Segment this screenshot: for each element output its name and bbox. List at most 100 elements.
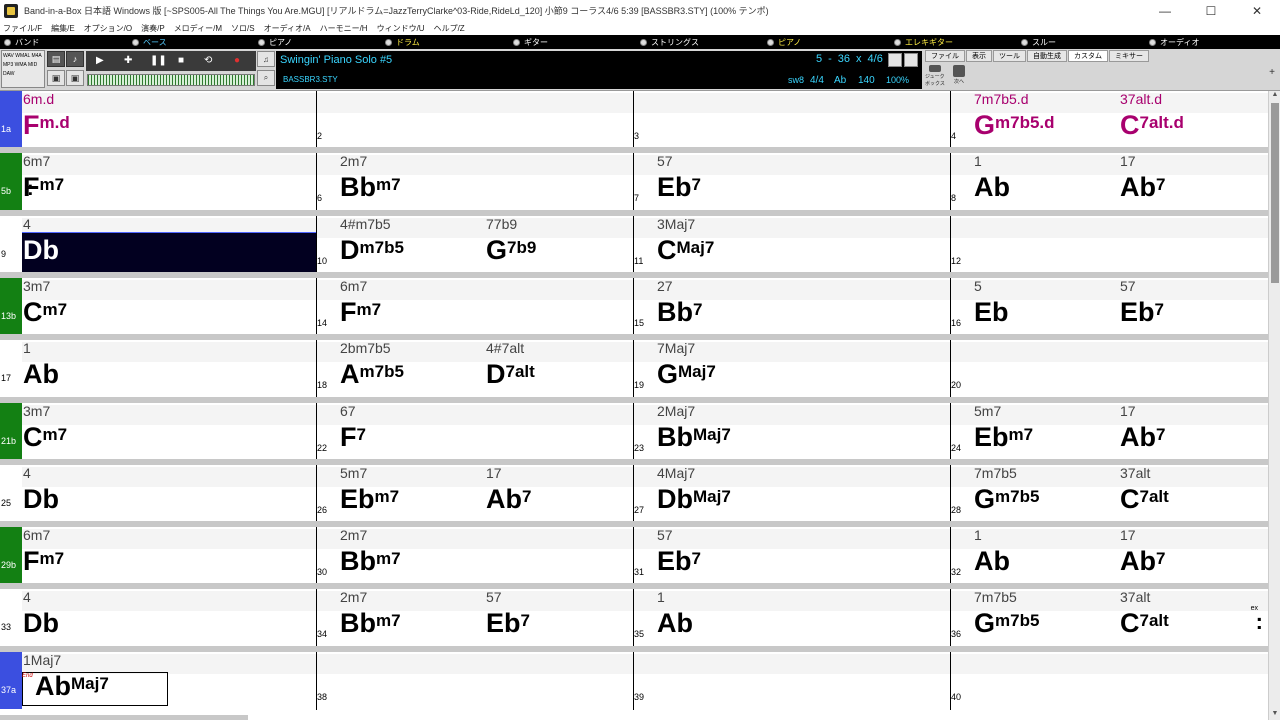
key-readout[interactable]: Ab — [834, 75, 846, 86]
record-icon[interactable]: ● — [234, 55, 240, 66]
chord-symbol[interactable]: 57 Eb7 — [486, 589, 530, 637]
menu-item[interactable]: 演奏/P — [141, 23, 165, 34]
chord-symbol[interactable]: 5m7 Ebm7 — [974, 403, 1033, 451]
menu-item[interactable]: メロディー/M — [174, 23, 222, 34]
chord-symbol[interactable]: 6m7 Fm7 — [340, 278, 381, 326]
part-marker[interactable]: 13b — [0, 278, 22, 335]
chord-symbol[interactable]: 1 Ab — [974, 153, 1010, 201]
chord-symbol[interactable]: 17 Ab7 — [486, 465, 531, 513]
chord-symbol[interactable]: 7Maj7 GMaj7 — [657, 340, 716, 388]
stop-icon[interactable]: ■ — [178, 55, 184, 66]
chord-symbol[interactable]: 17 Ab7 — [1120, 403, 1165, 451]
chord-symbol[interactable]: 4 Db — [23, 589, 59, 637]
scroll-up-icon[interactable]: ▲ — [1269, 91, 1280, 101]
part-marker[interactable]: 37a — [0, 652, 22, 709]
chord-symbol[interactable]: 4 Db — [23, 465, 59, 513]
tab-4[interactable]: 自動生成 — [1027, 50, 1067, 62]
menu-item[interactable]: ファイル/F — [3, 23, 42, 34]
track-radio-icon[interactable] — [385, 38, 392, 46]
tempo-readout[interactable]: 140 — [858, 75, 875, 86]
menu-item[interactable]: オプション/O — [84, 23, 132, 34]
menu-item[interactable]: ソロ/S — [231, 23, 255, 34]
time-signature[interactable]: 4/4 — [810, 75, 824, 86]
settings-gear-icon[interactable] — [904, 53, 918, 67]
loop-icon[interactable]: ⟲ — [204, 55, 212, 66]
scroll-thumb[interactable] — [1271, 103, 1279, 283]
menu-item[interactable]: ヘルプ/Z — [434, 23, 465, 34]
close-button[interactable]: ✕ — [1234, 0, 1280, 21]
chord-symbol[interactable]: 6m7 Fm7 — [23, 527, 64, 575]
track-6[interactable]: ストリングス — [640, 35, 699, 49]
track-1[interactable]: バンド — [4, 35, 39, 49]
style-title[interactable]: Swingin' Piano Solo #5 — [280, 54, 392, 66]
menu-item[interactable]: ウィンドウ/U — [377, 23, 425, 34]
chord-symbol[interactable]: 37alt C7alt — [1120, 465, 1169, 513]
tab-5[interactable]: カスタム — [1068, 50, 1108, 62]
chord-symbol[interactable]: 6m.d Fm.d — [23, 91, 70, 139]
jukebox-icon[interactable]: ジュークボックス — [925, 65, 945, 87]
chord-symbol[interactable]: 1Maj7 AbMaj7 — [23, 652, 109, 700]
chord-symbol[interactable]: 37alt C7alt — [1120, 589, 1169, 637]
track-radio-icon[interactable] — [132, 38, 139, 46]
menu-item[interactable]: オーディオ/A — [264, 23, 311, 34]
chord-symbol[interactable]: 27 Bb7 — [657, 278, 702, 326]
chord-symbol[interactable]: 4Maj7 DbMaj7 — [657, 465, 731, 513]
render-format-panel[interactable]: WAV WMAL M4A MP3 WMA MID DAW — [1, 50, 45, 88]
chord-symbol[interactable]: 2Maj7 BbMaj7 — [657, 403, 731, 451]
chord-symbol[interactable]: 5m7 Ebm7 — [340, 465, 399, 513]
chord-symbol[interactable]: 17 Ab7 — [1120, 153, 1165, 201]
chord-symbol[interactable]: 4#m7b5 Dm7b5 — [340, 216, 404, 264]
part-marker[interactable]: 25 — [0, 465, 22, 522]
save-as-icon[interactable]: ▣ — [66, 70, 84, 86]
chord-symbol[interactable]: 77b9 G7b9 — [486, 216, 536, 264]
format-wma[interactable]: WMA — [15, 62, 28, 68]
chord-symbol[interactable]: 37alt.d C7alt.d — [1120, 91, 1184, 139]
chord-symbol[interactable]: 1 Ab — [23, 340, 59, 388]
chord-symbol[interactable]: 2bm7b5 Am7b5 — [340, 340, 404, 388]
maximize-button[interactable]: ☐ — [1188, 0, 1234, 21]
track-radio-icon[interactable] — [4, 38, 11, 46]
track-8[interactable]: エレキギター — [894, 35, 953, 49]
play-icon[interactable]: ▶ — [96, 55, 104, 66]
part-marker[interactable]: 5b — [0, 153, 22, 210]
add-icon[interactable]: + — [1269, 67, 1275, 78]
minimize-button[interactable]: — — [1142, 0, 1188, 21]
position-readout[interactable]: 5-36 x 4/6 — [816, 53, 883, 65]
chord-symbol[interactable]: 57 Eb7 — [1120, 278, 1164, 326]
chord-symbol[interactable]: 1 Ab — [974, 527, 1010, 575]
track-radio-icon[interactable] — [513, 38, 520, 46]
open-song-icon[interactable]: ▤ — [47, 51, 65, 67]
part-marker[interactable]: 29b — [0, 527, 22, 584]
part-marker[interactable]: 33 — [0, 589, 22, 646]
feel-readout[interactable]: sw8 — [788, 75, 804, 85]
chord-symbol[interactable]: 4 Db — [23, 216, 59, 264]
chord-symbol[interactable]: 5 Eb — [974, 278, 1009, 326]
format-daw[interactable]: DAW — [3, 71, 14, 77]
chord-symbol[interactable]: 6m7 Fm7 — [23, 153, 64, 201]
track-10[interactable]: オーディオ — [1149, 35, 1199, 49]
tab-1[interactable]: ファイル — [925, 50, 965, 62]
format-m4a[interactable]: M4A — [31, 53, 41, 59]
track-radio-icon[interactable] — [1149, 38, 1156, 46]
chord-symbol[interactable]: 57 Eb7 — [657, 527, 701, 575]
chord-symbol[interactable]: 2m7 Bbm7 — [340, 589, 401, 637]
save-icon[interactable]: ▣ — [47, 70, 65, 86]
tempo-percent[interactable]: 100% — [886, 75, 909, 85]
track-3[interactable]: ピアノ — [258, 35, 292, 49]
track-radio-icon[interactable] — [640, 38, 647, 46]
track-9[interactable]: スルー — [1021, 35, 1056, 49]
chord-symbol[interactable]: 1 Ab — [657, 589, 693, 637]
chord-symbol[interactable]: 7m7b5 Gm7b5 — [974, 465, 1039, 513]
chord-symbol[interactable]: 2m7 Bbm7 — [340, 153, 401, 201]
track-4[interactable]: ドラム — [385, 35, 420, 49]
next-song-icon[interactable]: 次へ — [949, 65, 969, 87]
chord-symbol[interactable]: 3m7 Cm7 — [23, 278, 67, 326]
horizontal-scrollbar[interactable] — [0, 715, 248, 720]
menu-item[interactable]: 編集/E — [51, 23, 75, 34]
chord-symbol[interactable]: 67 F7 — [340, 403, 366, 451]
pause-icon[interactable]: ❚❚ — [150, 55, 167, 66]
part-marker[interactable]: 1a — [0, 91, 22, 148]
play-from-icon[interactable]: ✚ — [124, 55, 132, 66]
format-mp3[interactable]: MP3 — [3, 62, 15, 68]
chord-symbol[interactable]: 7m7b5.d Gm7b5.d — [974, 91, 1055, 139]
